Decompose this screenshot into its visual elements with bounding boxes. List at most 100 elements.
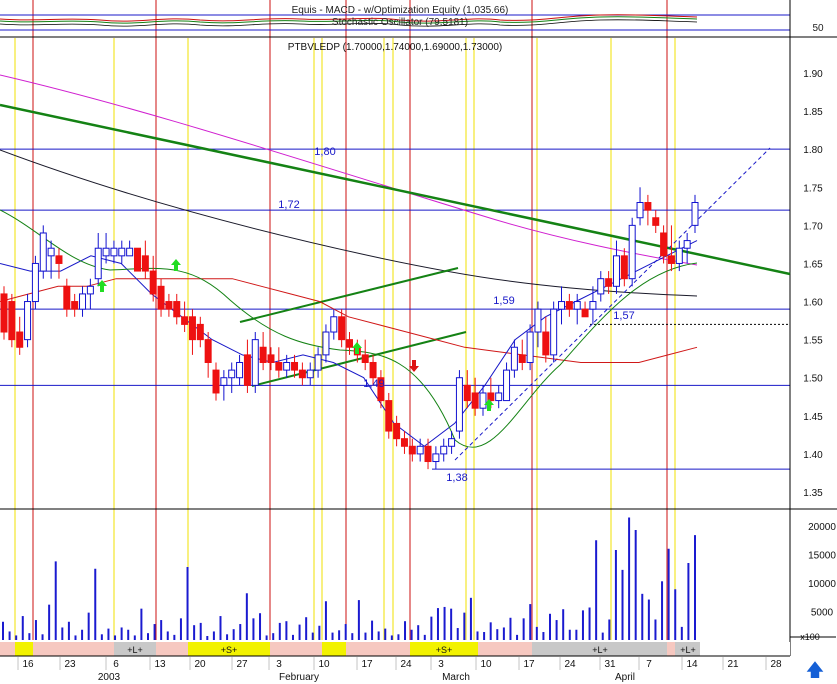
candle-body — [565, 301, 573, 310]
candle-body — [243, 354, 251, 386]
candle-body — [455, 377, 463, 432]
volume-tick-label: 15000 — [808, 551, 836, 562]
candle-body — [275, 361, 283, 371]
volume-tick-label: 5000 — [811, 608, 834, 619]
volume-tick-label: 10000 — [808, 579, 836, 590]
day-tick-label: 10 — [480, 659, 492, 670]
day-tick-label: 27 — [236, 659, 248, 670]
candle-body — [448, 438, 456, 447]
candle-body — [16, 331, 24, 348]
candle-body — [63, 285, 71, 310]
candle-body — [424, 445, 432, 463]
candle-body — [212, 369, 220, 394]
candle-body — [298, 369, 306, 379]
candle-body — [510, 346, 518, 371]
candle-body — [667, 255, 675, 264]
candle-body — [675, 247, 683, 264]
candle-body — [361, 354, 369, 363]
candle-body — [589, 301, 597, 310]
candle-body — [39, 232, 47, 272]
candle-body — [581, 308, 589, 318]
candle-body — [471, 392, 479, 409]
candle-body — [118, 247, 126, 257]
candle-body — [47, 247, 55, 257]
candle-body — [196, 323, 204, 341]
price-tick-label: 1.35 — [803, 488, 823, 499]
candle-body — [173, 301, 181, 318]
candle-body — [259, 346, 267, 363]
month-label: February — [279, 672, 319, 683]
stochastic-tick-50: 50 — [812, 23, 824, 34]
candle-body — [550, 308, 558, 356]
candle-body — [102, 247, 110, 257]
price-tick-label: 1.90 — [803, 69, 823, 80]
candle-body — [126, 247, 134, 257]
scroll-up-arrow-icon[interactable]: 🡅 — [800, 660, 830, 680]
candle-body — [612, 255, 620, 287]
candle-body — [385, 400, 393, 432]
candle-body — [534, 308, 542, 333]
candle-body — [652, 217, 660, 226]
candle-body — [683, 240, 691, 249]
short-signal-segment — [322, 642, 346, 656]
candle-body — [251, 339, 259, 386]
candle-body — [110, 247, 118, 257]
candle-body — [0, 293, 8, 333]
price-tick-label: 1.75 — [803, 183, 823, 194]
day-tick-label: 28 — [770, 659, 782, 670]
candle-body — [620, 255, 628, 280]
price-tick-label: 1.55 — [803, 336, 823, 347]
stock-chart: Equis - MACD - w/Optimization Equity (1,… — [0, 0, 837, 684]
candle-body — [165, 301, 173, 310]
price-tick-label: 1.50 — [803, 374, 823, 385]
candle-body — [204, 339, 212, 363]
price-tick-label: 1.65 — [803, 259, 823, 270]
candle-body — [416, 445, 424, 455]
candle-body — [432, 453, 440, 463]
candle-body — [526, 331, 534, 363]
candle-body — [644, 202, 652, 211]
price-annotation: 1,49 — [363, 378, 384, 390]
day-tick-label: 31 — [604, 659, 616, 670]
day-tick-label: 14 — [686, 659, 698, 670]
day-tick-label: 20 — [194, 659, 206, 670]
price-tick-label: 1.45 — [803, 412, 823, 423]
candle-body — [188, 316, 196, 341]
candle-body — [369, 361, 377, 379]
candle-body — [338, 316, 346, 341]
candle-body — [503, 369, 511, 402]
price-tick-label: 1.70 — [803, 221, 823, 232]
candle-body — [463, 384, 471, 402]
candle-body — [267, 354, 275, 363]
signal-label: +S+ — [221, 645, 238, 655]
day-tick-label: 3 — [276, 659, 282, 670]
price-annotation: 1,57 — [613, 310, 634, 322]
candle-body — [573, 301, 581, 310]
candle-body — [79, 293, 87, 310]
candle-body — [518, 354, 526, 363]
candle-body — [94, 247, 102, 280]
candle-body — [605, 278, 613, 287]
day-tick-label: 16 — [22, 659, 34, 670]
candle-body — [597, 278, 605, 295]
candle-body — [636, 202, 644, 219]
price-annotation: 1,38 — [446, 472, 467, 484]
month-label: March — [442, 672, 470, 683]
price-annotation: 1,72 — [278, 199, 299, 211]
stochastic-label: Stochastic Oscillator (79.5181) — [332, 17, 468, 28]
candle-body — [691, 202, 699, 226]
signal-label: +L+ — [592, 645, 608, 655]
day-tick-label: 24 — [400, 659, 412, 670]
candle-body — [393, 422, 401, 440]
candle-body — [314, 354, 322, 371]
price-tick-label: 1.40 — [803, 450, 823, 461]
day-tick-label: 17 — [361, 659, 373, 670]
price-annotation: 1,80 — [314, 146, 335, 158]
price-annotation: 1,59 — [493, 295, 514, 307]
candle-body — [330, 316, 338, 333]
candle-body — [408, 445, 416, 455]
month-label: April — [615, 672, 635, 683]
candle-body — [31, 262, 39, 303]
candle-body — [86, 285, 94, 295]
candle-body — [306, 369, 314, 379]
